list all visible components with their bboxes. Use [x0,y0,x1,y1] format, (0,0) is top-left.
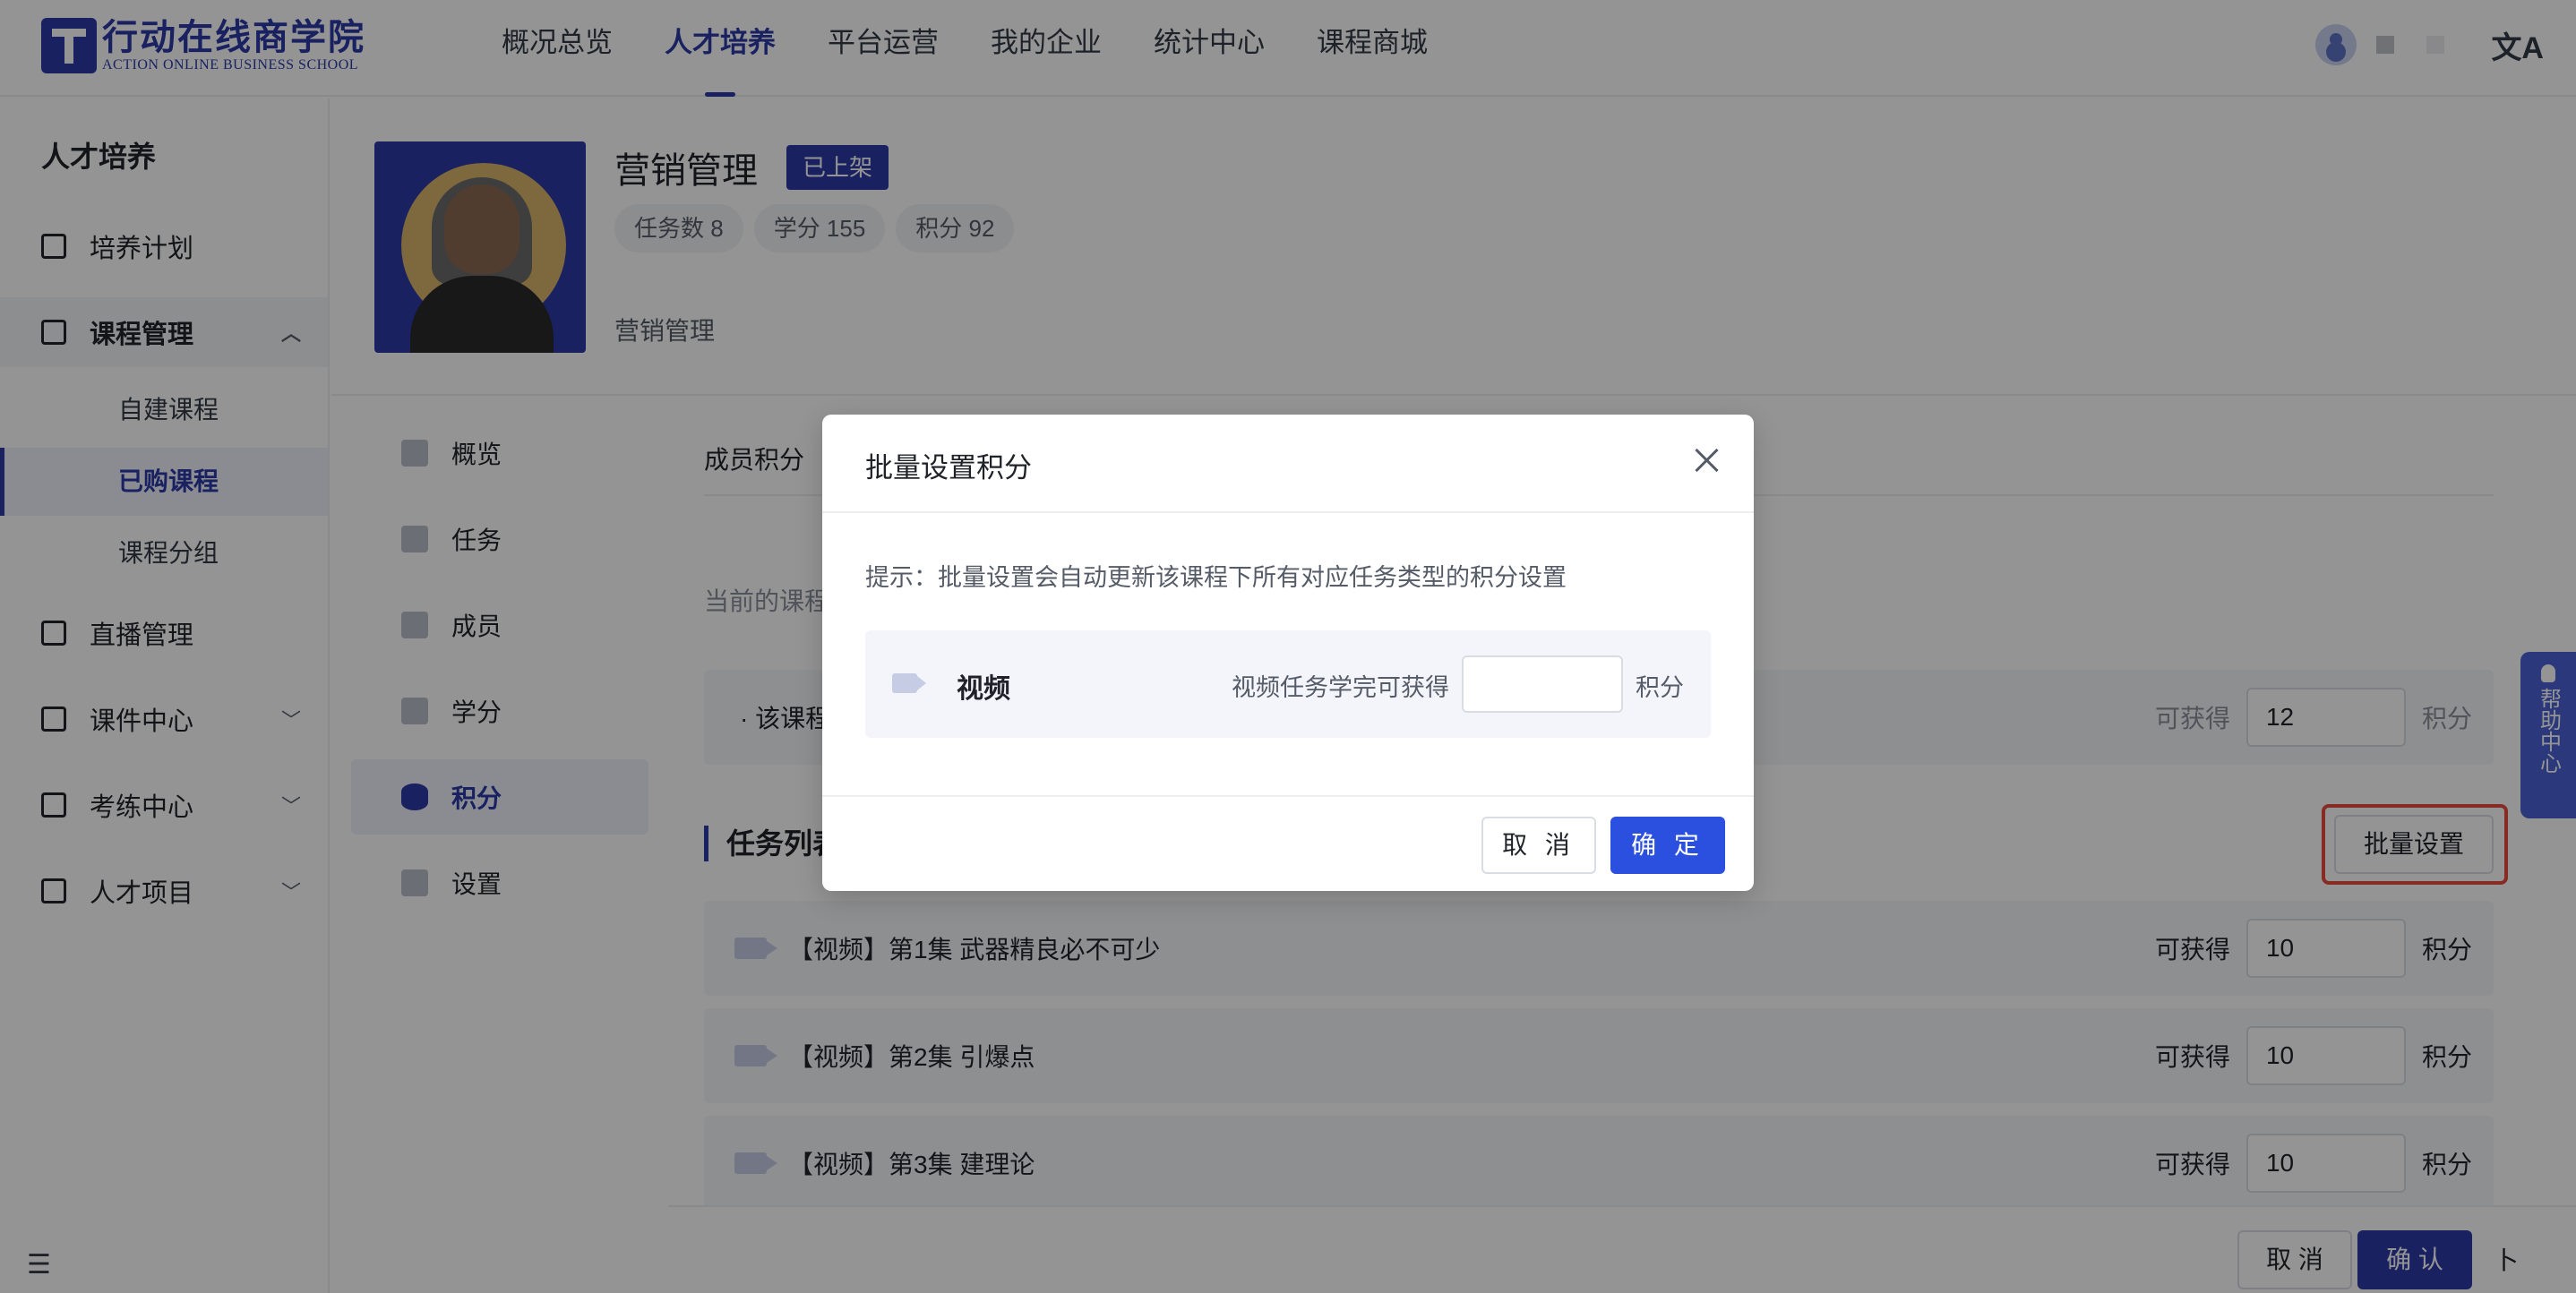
dialog-cancel-button[interactable]: 取 消 [1481,817,1596,874]
dialog-confirm-button[interactable]: 确 定 [1610,817,1725,874]
task-type-label: 视频 [957,674,1010,704]
dialog-tip: 提示：批量设置会自动更新该课程下所有对应任务类型的积分设置 [865,564,1567,591]
dialog-header: 批量设置积分 [822,415,1754,513]
video-points-input[interactable] [1462,655,1623,713]
video-points-row: 视频 视频任务学完可获得 积分 [865,630,1711,738]
video-points-text: 视频任务学完可获得 [1232,674,1449,701]
batch-points-dialog: 批量设置积分 提示：批量设置会自动更新该课程下所有对应任务类型的积分设置 视频 … [822,415,1754,891]
video-icon [892,673,926,693]
dialog-title: 批量设置积分 [865,452,1032,484]
dialog-footer: 取 消 确 定 [822,795,1754,891]
unit-label: 积分 [1636,674,1684,701]
close-icon[interactable] [1691,445,1722,475]
